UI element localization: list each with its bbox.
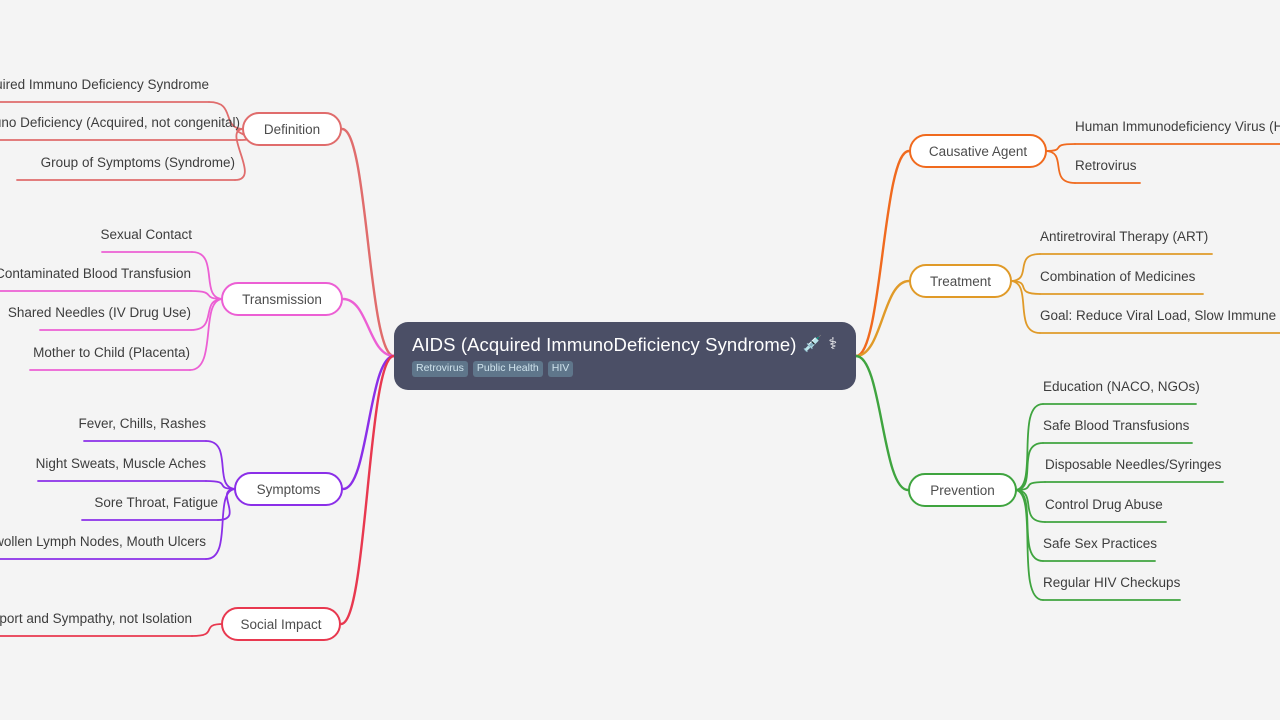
mindmap-canvas: AIDS (Acquired ImmunoDeficiency Syndrome… — [0, 0, 1280, 720]
root-node[interactable]: AIDS (Acquired ImmunoDeficiency Syndrome… — [394, 322, 856, 390]
leaf-social-impact-0[interactable]: Support and Sympathy, not Isolation — [0, 611, 192, 632]
branch-node-symptoms[interactable]: Symptoms — [234, 472, 343, 506]
syringe-icon: 💉 — [802, 336, 823, 354]
leaf-symptoms-2[interactable]: Sore Throat, Fatigue — [94, 495, 218, 516]
branch-node-social-impact[interactable]: Social Impact — [221, 607, 341, 641]
leaf-treatment-2[interactable]: Goal: Reduce Viral Load, Slow Immune Sup… — [1040, 308, 1280, 329]
branch-label-treatment: Treatment — [929, 273, 992, 289]
leaf-prevention-1[interactable]: Safe Blood Transfusions — [1043, 418, 1189, 439]
leaf-symptoms-0[interactable]: Fever, Chills, Rashes — [78, 416, 206, 437]
leaf-definition-1[interactable]: Immuno Deficiency (Acquired, not congeni… — [0, 115, 240, 136]
branch-label-causative-agent: Causative Agent — [928, 143, 1028, 159]
tag-retrovirus[interactable]: Retrovirus — [412, 361, 468, 377]
leaf-transmission-0[interactable]: Sexual Contact — [100, 227, 192, 248]
leaf-prevention-3[interactable]: Control Drug Abuse — [1045, 497, 1163, 518]
branch-node-transmission[interactable]: Transmission — [221, 282, 343, 316]
tag-public-health[interactable]: Public Health — [472, 361, 543, 377]
leaf-prevention-4[interactable]: Safe Sex Practices — [1043, 536, 1157, 557]
branch-node-prevention[interactable]: Prevention — [908, 473, 1017, 507]
root-title-row: AIDS (Acquired ImmunoDeficiency Syndrome… — [412, 334, 838, 356]
leaf-causative-agent-0[interactable]: Human Immunodeficiency Virus (HIV) — [1075, 119, 1280, 140]
leaf-transmission-1[interactable]: Contaminated Blood Transfusion — [0, 266, 191, 287]
leaf-transmission-3[interactable]: Mother to Child (Placenta) — [33, 345, 190, 366]
branch-node-treatment[interactable]: Treatment — [909, 264, 1012, 298]
branch-label-transmission: Transmission — [242, 291, 322, 307]
leaf-prevention-5[interactable]: Regular HIV Checkups — [1043, 575, 1180, 596]
leaf-prevention-2[interactable]: Disposable Needles/Syringes — [1045, 457, 1221, 478]
medical-symbol-icon: ⚕ — [828, 336, 838, 354]
root-tag-list: Retrovirus Public Health HIV — [412, 361, 838, 377]
branch-label-prevention: Prevention — [930, 482, 995, 498]
branch-node-definition[interactable]: Definition — [242, 112, 342, 146]
tag-hiv[interactable]: HIV — [547, 361, 574, 377]
branch-label-definition: Definition — [263, 121, 321, 137]
leaf-symptoms-3[interactable]: Swollen Lymph Nodes, Mouth Ulcers — [0, 534, 206, 555]
leaf-transmission-2[interactable]: Shared Needles (IV Drug Use) — [8, 305, 191, 326]
leaf-definition-0[interactable]: Acquired Immuno Deficiency Syndrome — [0, 77, 209, 98]
leaf-symptoms-1[interactable]: Night Sweats, Muscle Aches — [36, 456, 206, 477]
branch-label-social-impact: Social Impact — [240, 616, 322, 632]
branch-label-symptoms: Symptoms — [256, 481, 321, 497]
leaf-definition-2[interactable]: Group of Symptoms (Syndrome) — [41, 155, 235, 176]
branch-node-causative-agent[interactable]: Causative Agent — [909, 134, 1047, 168]
leaf-prevention-0[interactable]: Education (NACO, NGOs) — [1043, 379, 1200, 400]
leaf-treatment-1[interactable]: Combination of Medicines — [1040, 269, 1195, 290]
leaf-causative-agent-1[interactable]: Retrovirus — [1075, 158, 1137, 179]
root-title-text: AIDS (Acquired ImmunoDeficiency Syndrome… — [412, 334, 797, 356]
leaf-treatment-0[interactable]: Antiretroviral Therapy (ART) — [1040, 229, 1208, 250]
